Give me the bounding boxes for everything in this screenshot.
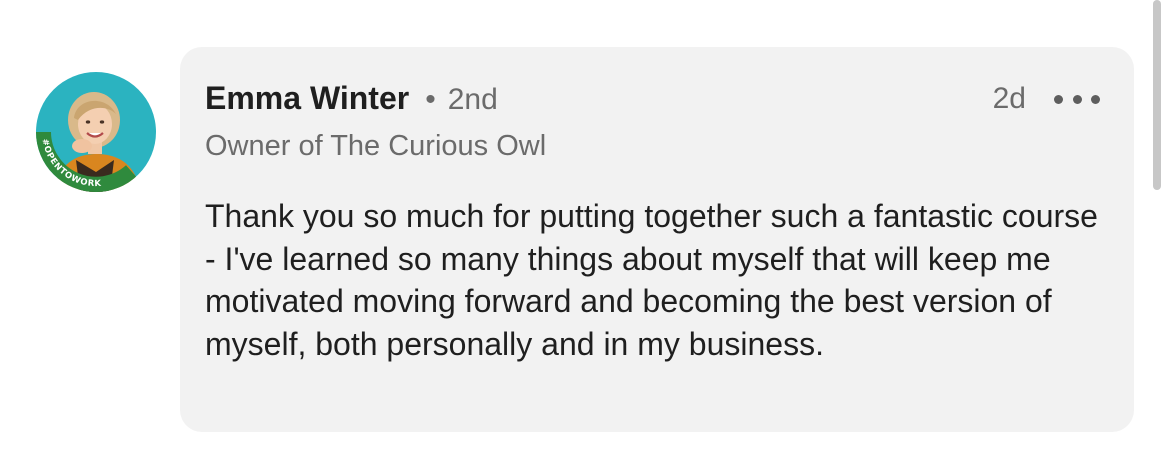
comment-text: Thank you so much for putting together s…: [205, 198, 1098, 362]
author-headline: Owner of The Curious Owl: [205, 130, 547, 162]
comment-bubble: Emma Winter • 2nd Owner of The Curious O…: [180, 47, 1134, 432]
comment-timestamp: 2d: [992, 82, 1026, 115]
comment-screen: #OPENTOWORK Emma Winter • 2nd Owner of T…: [0, 0, 1170, 451]
author-avatar[interactable]: #OPENTOWORK: [36, 72, 156, 192]
connection-degree: 2nd: [447, 83, 498, 116]
scrollbar[interactable]: [1153, 0, 1161, 190]
author-line: Emma Winter • 2nd: [205, 80, 498, 117]
ellipsis-dot: [1091, 94, 1100, 104]
avatar-image: #OPENTOWORK: [36, 72, 156, 192]
author-name[interactable]: Emma Winter: [205, 80, 409, 117]
ellipsis-dot: [1072, 94, 1082, 104]
ellipsis-icon[interactable]: [1054, 87, 1100, 111]
ellipsis-dot: [1054, 94, 1063, 104]
separator-dot: •: [425, 83, 436, 116]
